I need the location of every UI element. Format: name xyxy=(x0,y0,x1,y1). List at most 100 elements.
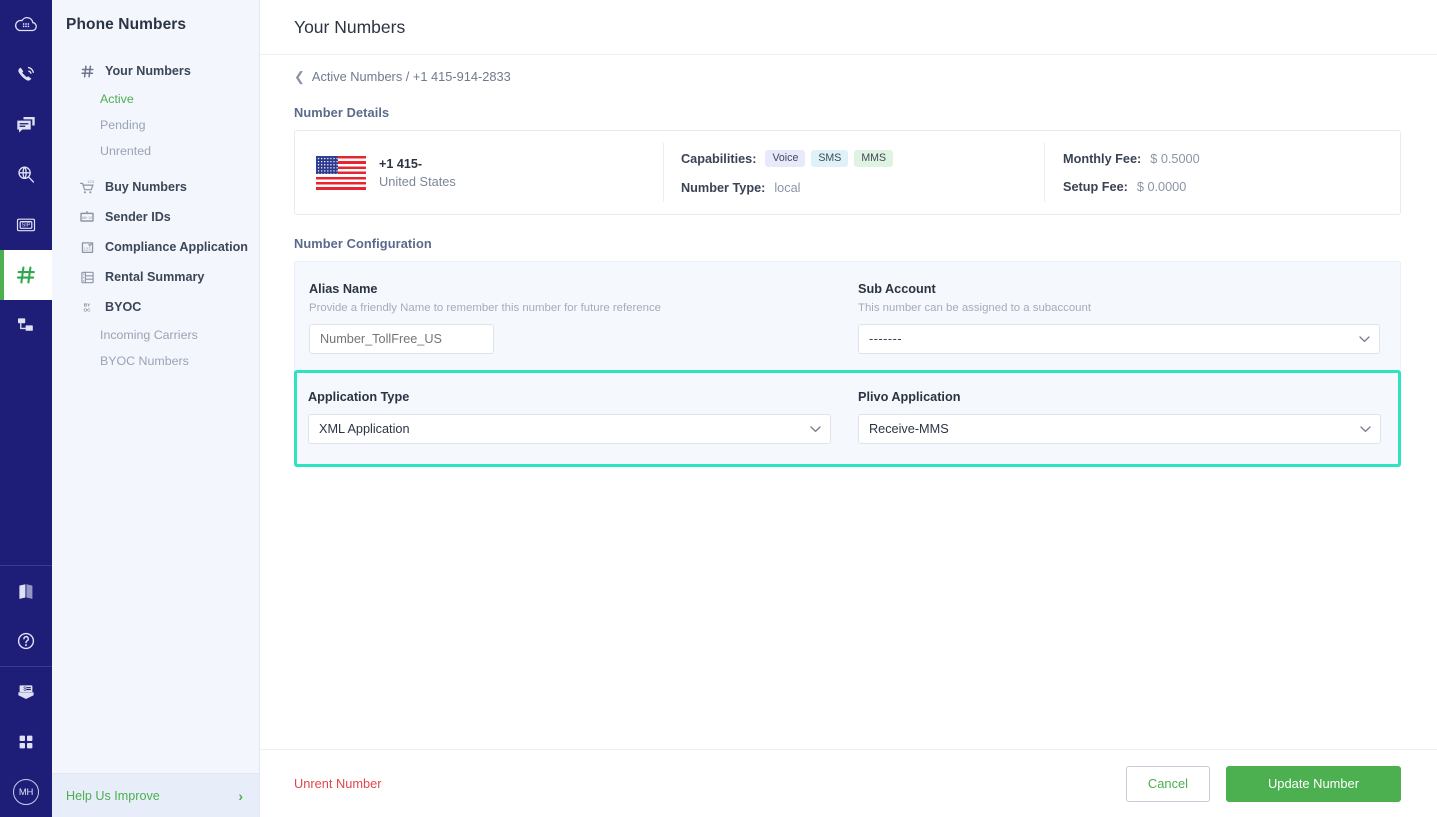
monthly-fee-row: Monthly Fee: $ 0.5000 xyxy=(1063,152,1200,166)
global-icon-rail: SIP xyxy=(0,0,52,817)
sip-trunk-icon: SIP xyxy=(14,215,38,235)
sidebar-subitem-pending[interactable]: Pending xyxy=(52,112,259,138)
country-value: United States xyxy=(379,174,456,189)
chevron-right-icon: › xyxy=(238,788,243,804)
fees-block: Monthly Fee: $ 0.5000 Setup Fee: $ 0.000… xyxy=(1045,131,1400,214)
cloud-keypad-icon xyxy=(14,15,38,35)
phone-number-value: +1 415- xyxy=(379,157,456,171)
rail-item-lookup[interactable] xyxy=(0,150,52,200)
breadcrumb[interactable]: ❮ Active Numbers / +1 415-914-2833 xyxy=(294,69,1401,84)
id-card-icon: AB·12 xyxy=(79,209,95,225)
sub-account-value: ------- xyxy=(869,332,902,346)
alias-name-group: Alias Name Provide a friendly Name to re… xyxy=(309,282,831,354)
application-type-label: Application Type xyxy=(308,390,831,404)
content-footer: Unrent Number Cancel Update Number xyxy=(260,749,1437,817)
application-type-select[interactable]: XML Application xyxy=(308,414,831,444)
sidebar-nav: Your Numbers Active Pending Unrented 123… xyxy=(52,56,259,374)
number-details-heading: Number Details xyxy=(294,105,1401,120)
network-nodes-icon xyxy=(15,315,37,335)
number-type-value: local xyxy=(774,181,800,195)
number-details-card: +1 415- United States Capabilities: Voic… xyxy=(294,130,1401,215)
hash-icon xyxy=(79,63,95,79)
update-number-button[interactable]: Update Number xyxy=(1226,766,1401,802)
rail-bottom-group: $ MH xyxy=(0,667,52,817)
plivo-application-group: Plivo Application Receive-MMS xyxy=(858,390,1381,444)
capabilities-label: Capabilities: xyxy=(681,152,756,166)
chevron-down-icon xyxy=(810,422,821,436)
cart-123-icon: 123 xyxy=(79,179,95,195)
sidebar-item-your-numbers[interactable]: Your Numbers xyxy=(52,56,259,86)
chevron-down-icon xyxy=(1359,332,1370,346)
unrent-number-link[interactable]: Unrent Number xyxy=(294,776,381,791)
section-sidebar: Phone Numbers Your Numbers Active Pendin… xyxy=(52,0,260,817)
alias-name-label: Alias Name xyxy=(309,282,831,296)
avatar[interactable]: MH xyxy=(0,767,52,817)
svg-text:123: 123 xyxy=(83,246,91,251)
table-list-icon xyxy=(79,269,95,285)
sidebar-title: Phone Numbers xyxy=(52,0,259,34)
help-us-improve-button[interactable]: Help Us Improve › xyxy=(52,773,259,817)
rail-item-billing[interactable]: $ xyxy=(0,667,52,717)
rail-item-cloud-keypad[interactable] xyxy=(0,0,52,50)
sidebar-item-label: Rental Summary xyxy=(105,270,204,284)
app-root: SIP xyxy=(0,0,1437,817)
rail-item-sip[interactable]: SIP xyxy=(0,200,52,250)
content-header: Your Numbers xyxy=(260,0,1437,55)
clipboard-123-icon: 123 xyxy=(79,239,95,255)
alias-name-input[interactable] xyxy=(309,324,494,354)
cancel-button[interactable]: Cancel xyxy=(1126,766,1210,802)
plivo-application-select[interactable]: Receive-MMS xyxy=(858,414,1381,444)
rail-item-phone-numbers[interactable] xyxy=(0,250,52,300)
application-type-group: Application Type XML Application xyxy=(308,390,831,444)
status-badge-mms: MMS xyxy=(854,150,893,168)
sidebar-item-label: Your Numbers xyxy=(105,64,191,78)
sidebar-item-rental-summary[interactable]: Rental Summary xyxy=(52,262,259,292)
rail-item-network[interactable] xyxy=(0,300,52,350)
status-badge-sms: SMS xyxy=(811,150,848,168)
capabilities-block: Capabilities: Voice SMS MMS Number Type:… xyxy=(664,131,1044,214)
sidebar-item-compliance-application[interactable]: 123 Compliance Application xyxy=(52,232,259,262)
avatar-initials: MH xyxy=(13,779,39,805)
rail-item-docs[interactable] xyxy=(0,566,52,616)
sidebar-subitem-incoming-carriers[interactable]: Incoming Carriers xyxy=(52,322,259,348)
rail-primary-group: SIP xyxy=(0,0,52,350)
hash-icon xyxy=(15,264,37,286)
application-type-value: XML Application xyxy=(319,422,410,436)
svg-text:AB·12: AB·12 xyxy=(82,215,93,220)
sidebar-subitem-active[interactable]: Active xyxy=(52,86,259,112)
sidebar-item-label: Compliance Application xyxy=(105,240,248,254)
number-text-block: +1 415- United States xyxy=(379,157,456,189)
plivo-application-label: Plivo Application xyxy=(858,390,1381,404)
rail-item-apps[interactable] xyxy=(0,717,52,767)
billing-envelope-icon: $ xyxy=(15,682,37,702)
rail-secondary-group xyxy=(0,566,52,666)
setup-fee-value: $ 0.0000 xyxy=(1137,180,1186,194)
sub-account-group: Sub Account This number can be assigned … xyxy=(858,282,1380,354)
chevron-left-icon[interactable]: ❮ xyxy=(294,70,305,83)
setup-fee-row: Setup Fee: $ 0.0000 xyxy=(1063,180,1200,194)
page-title: Your Numbers xyxy=(294,17,405,38)
sidebar-subitem-unrented[interactable]: Unrented xyxy=(52,138,259,164)
sidebar-subitem-byoc-numbers[interactable]: BYOC Numbers xyxy=(52,348,259,374)
capabilities-row: Capabilities: Voice SMS MMS xyxy=(681,150,893,168)
sidebar-item-sender-ids[interactable]: AB·12 Sender IDs xyxy=(52,202,259,232)
sub-account-select[interactable]: ------- xyxy=(858,324,1380,354)
setup-fee-label: Setup Fee: xyxy=(1063,180,1128,194)
sidebar-item-label: Buy Numbers xyxy=(105,180,187,194)
svg-text:123: 123 xyxy=(87,180,94,184)
sidebar-item-buy-numbers[interactable]: 123 Buy Numbers xyxy=(52,172,259,202)
svg-text:SIP: SIP xyxy=(22,223,31,229)
status-badge-voice: Voice xyxy=(765,150,805,168)
rail-item-voice[interactable] xyxy=(0,50,52,100)
rail-item-help[interactable] xyxy=(0,616,52,666)
byoc-text-icon: BY OC xyxy=(79,299,95,315)
book-icon xyxy=(16,581,36,601)
grid-apps-icon xyxy=(16,732,36,752)
plivo-application-value: Receive-MMS xyxy=(869,422,949,436)
alias-name-help: Provide a friendly Name to remember this… xyxy=(309,302,831,314)
globe-search-icon xyxy=(15,164,37,186)
sidebar-item-byoc[interactable]: BY OC BYOC xyxy=(52,292,259,322)
rail-item-messaging[interactable] xyxy=(0,100,52,150)
us-flag-icon xyxy=(316,156,366,190)
svg-text:OC: OC xyxy=(84,307,92,312)
